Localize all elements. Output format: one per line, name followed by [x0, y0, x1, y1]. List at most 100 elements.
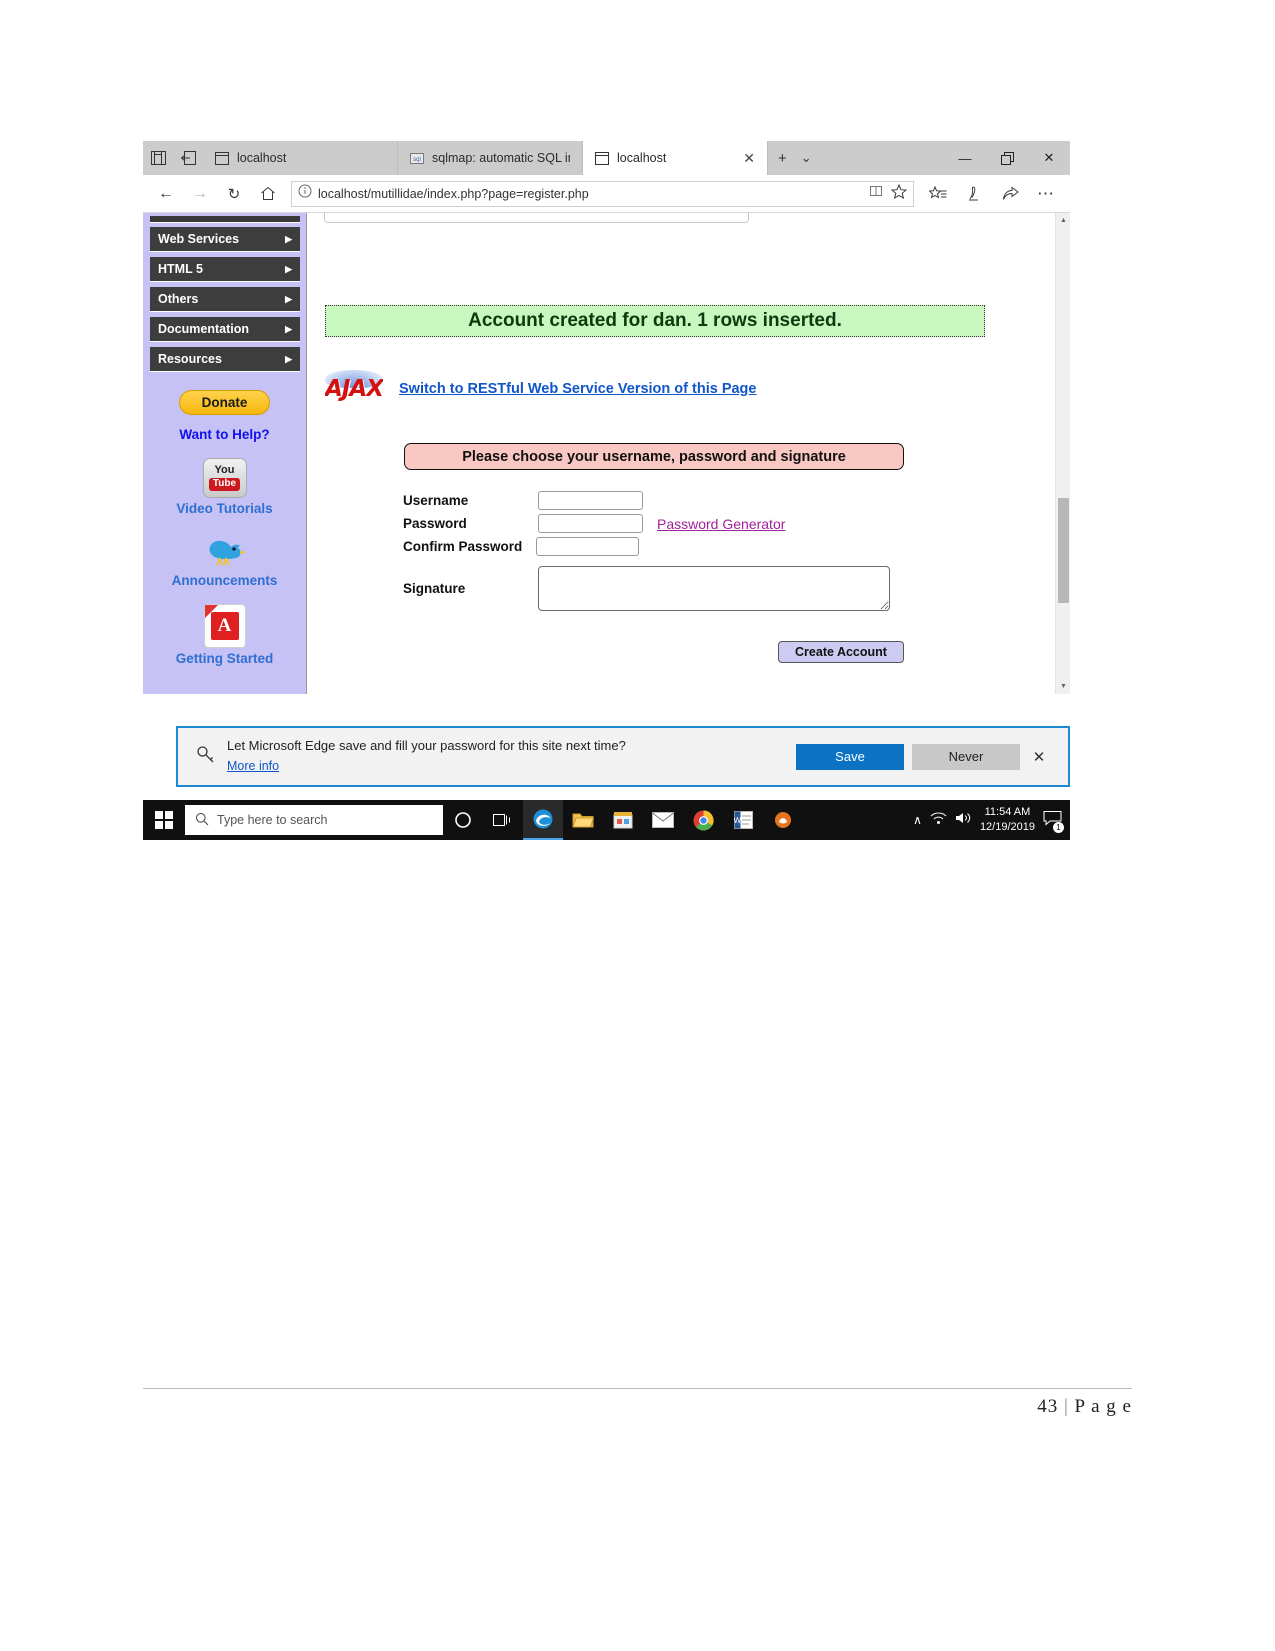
task-view-icon[interactable] — [483, 800, 523, 840]
password-save-notification: Let Microsoft Edge save and fill your pa… — [176, 726, 1070, 787]
ellipsis-icon[interactable]: ⋯ — [1028, 179, 1064, 209]
refresh-button[interactable]: ↻ — [217, 179, 251, 209]
never-save-button[interactable]: Never — [912, 743, 1020, 770]
page-number-value: 43 — [1037, 1396, 1059, 1417]
username-input[interactable] — [538, 491, 643, 510]
more-info-link[interactable]: More info — [227, 759, 279, 773]
password-generator-link[interactable]: Password Generator — [657, 516, 785, 532]
burp-suite-icon[interactable] — [763, 800, 803, 840]
youtube-you-text: You — [214, 464, 235, 477]
document-footer-rule — [143, 1388, 1132, 1389]
minimize-button[interactable]: — — [944, 141, 986, 175]
browser-tab-3-active[interactable]: localhost ✕ — [583, 141, 768, 175]
maximize-button[interactable] — [986, 141, 1028, 175]
save-password-button[interactable]: Save — [796, 743, 904, 770]
scroll-down-arrow[interactable]: ▼ — [1056, 679, 1070, 694]
pen-icon[interactable] — [956, 179, 992, 209]
book-icon[interactable] — [869, 184, 883, 203]
close-icon[interactable]: ✕ — [743, 151, 755, 165]
video-tutorials-label: Video Tutorials — [176, 501, 273, 516]
page-word: P a g e — [1074, 1396, 1132, 1417]
back-button[interactable]: ← — [149, 179, 183, 209]
sidebar-item-label: Documentation — [158, 322, 249, 336]
confirm-password-input[interactable] — [536, 537, 639, 556]
browser-tab-1[interactable]: localhost — [203, 141, 398, 175]
microsoft-store-icon[interactable] — [603, 800, 643, 840]
cortana-icon[interactable] — [443, 800, 483, 840]
close-button[interactable]: ✕ — [1028, 141, 1070, 175]
forward-button[interactable]: → — [183, 179, 217, 209]
username-row: Username — [403, 491, 1003, 510]
tab-set-aside-button[interactable] — [173, 141, 203, 175]
url-bar[interactable]: localhost/mutillidae/index.php?page=regi… — [291, 180, 914, 207]
donate-button[interactable]: Donate — [178, 390, 271, 415]
close-notification-icon[interactable]: ✕ — [1028, 748, 1050, 766]
word-icon[interactable]: W — [723, 800, 763, 840]
wifi-icon[interactable] — [930, 811, 947, 830]
signature-input[interactable] — [538, 566, 890, 611]
tab-strip: localhost sql sqlmap: automatic SQL inje… — [143, 141, 1070, 175]
taskbar-clock[interactable]: 11:54 AM 12/19/2019 — [980, 805, 1035, 835]
getting-started-block[interactable]: A Getting Started — [143, 604, 306, 666]
browser-tab-2[interactable]: sql sqlmap: automatic SQL inje — [398, 141, 583, 175]
search-icon — [195, 812, 209, 829]
star-icon[interactable] — [890, 183, 908, 204]
pdf-icon: A — [203, 604, 246, 648]
scroll-up-arrow[interactable]: ▲ — [1056, 213, 1070, 228]
document-page-number: 43 | P a g e — [1037, 1396, 1132, 1418]
sidebar-item-html5[interactable]: HTML 5 ▶ — [150, 257, 300, 282]
svg-text:W: W — [734, 816, 742, 825]
pdf-glyph: A — [210, 612, 239, 640]
search-placeholder: Type here to search — [217, 813, 328, 827]
video-tutorials-block[interactable]: You Tube Video Tutorials — [143, 458, 306, 516]
want-to-help-link[interactable]: Want to Help? — [143, 427, 306, 442]
sidebar-item-others[interactable]: Others ▶ — [150, 287, 300, 312]
favorites-icon[interactable] — [920, 179, 956, 209]
signature-label: Signature — [403, 581, 466, 596]
create-account-button[interactable]: Create Account — [778, 641, 904, 663]
notification-text-block: Let Microsoft Edge save and fill your pa… — [227, 738, 626, 775]
restful-version-link[interactable]: Switch to RESTful Web Service Version of… — [399, 381, 756, 397]
sidebar-item-resources[interactable]: Resources ▶ — [150, 347, 300, 372]
new-tab-button[interactable]: + — [778, 150, 787, 167]
speaker-icon[interactable] — [955, 811, 972, 830]
home-button[interactable] — [251, 179, 285, 209]
windows-start-icon[interactable] — [143, 811, 185, 829]
sidebar-item-documentation[interactable]: Documentation ▶ — [150, 317, 300, 342]
browser-toolbar: ⋯ — [920, 179, 1064, 209]
taskbar-date: 12/19/2019 — [979, 821, 1035, 833]
share-icon[interactable] — [992, 179, 1028, 209]
notification-buttons: Save Never ✕ — [796, 743, 1050, 770]
success-message: Account created for dan. 1 rows inserted… — [325, 305, 985, 337]
password-input[interactable] — [538, 514, 643, 533]
tray-chevron-icon[interactable]: ∧ — [913, 813, 922, 827]
windows-taskbar: Type here to search W ∧ 11:54 AM 12/19/2… — [143, 800, 1070, 840]
choose-credentials-banner: Please choose your username, password an… — [404, 443, 904, 470]
notification-message: Let Microsoft Edge save and fill your pa… — [227, 738, 626, 753]
chevron-right-icon: ▶ — [285, 293, 292, 304]
browser-window: localhost sql sqlmap: automatic SQL inje… — [143, 141, 1070, 840]
sidebar-item-web-services[interactable]: Web Services ▶ — [150, 227, 300, 252]
youtube-tube-text: Tube — [208, 478, 241, 491]
action-center-icon[interactable]: 1 — [1043, 809, 1064, 833]
register-form: Username Password Password Generator Con… — [403, 491, 1003, 611]
mail-icon[interactable] — [643, 800, 683, 840]
info-icon[interactable] — [298, 184, 312, 203]
getting-started-label: Getting Started — [175, 651, 274, 666]
tab-set-button[interactable] — [143, 141, 173, 175]
scrollbar-thumb[interactable] — [1058, 498, 1069, 603]
chevron-down-icon[interactable]: ⌄ — [801, 150, 812, 166]
vertical-scrollbar[interactable]: ▲ ▼ — [1055, 213, 1070, 694]
announcements-block[interactable]: Announcements — [143, 532, 306, 588]
username-label: Username — [403, 493, 469, 508]
hints-and-videos-panel[interactable] — [324, 213, 749, 223]
taskbar-search-box[interactable]: Type here to search — [185, 805, 443, 835]
file-explorer-icon[interactable] — [563, 800, 603, 840]
password-row: Password Password Generator — [403, 514, 1003, 533]
chevron-right-icon: ▶ — [285, 323, 292, 334]
page-viewport: Web Services ▶ HTML 5 ▶ Others ▶ Documen… — [143, 213, 1070, 694]
ajax-switch-row: AJAX Switch to RESTful Web Service Versi… — [325, 368, 756, 410]
chrome-icon[interactable] — [683, 800, 723, 840]
edge-icon[interactable] — [523, 800, 563, 840]
notification-badge: 1 — [1053, 822, 1064, 833]
